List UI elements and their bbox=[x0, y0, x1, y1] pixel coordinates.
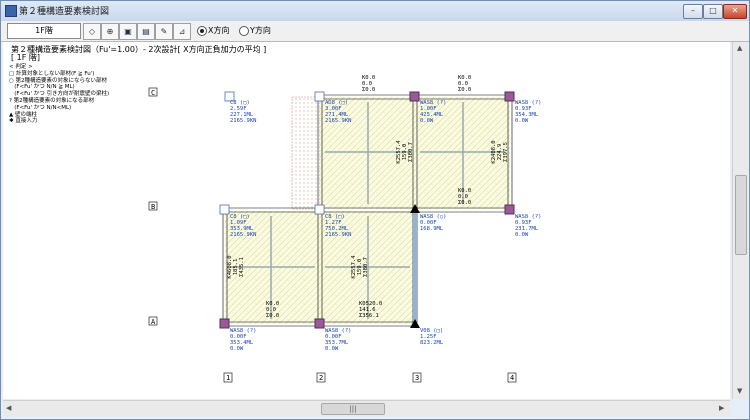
svg-text:Σ356.1: Σ356.1 bbox=[359, 313, 379, 319]
svg-text:2165.9KN: 2165.9KN bbox=[325, 118, 352, 124]
column-c2-label: AD8 (□)3.00F271.4ML2165.9KN bbox=[325, 100, 352, 124]
close-button[interactable]: ✕ bbox=[723, 4, 747, 19]
shear-wall bbox=[413, 211, 417, 324]
grid-col-markers: 1 2 3 4 bbox=[223, 372, 517, 383]
svg-text:2165.9KN: 2165.9KN bbox=[230, 118, 257, 124]
radio-y-label: Y方向 bbox=[250, 26, 271, 35]
vertical-scrollbar[interactable]: ▲ ▼ bbox=[732, 42, 748, 399]
maximize-button[interactable]: □ bbox=[703, 4, 723, 19]
svg-text:3: 3 bbox=[415, 374, 419, 382]
column-a3-label: V08 (□)1.25F823.2ML bbox=[420, 328, 444, 346]
svg-text:2165.9KN: 2165.9KN bbox=[325, 232, 352, 238]
window-title: 第２種構造要素検討図 bbox=[19, 7, 110, 17]
minimize-button[interactable]: – bbox=[683, 4, 703, 19]
svg-text:0.0W: 0.0W bbox=[420, 118, 434, 124]
svg-text:Σ435.1: Σ435.1 bbox=[239, 257, 245, 277]
column-c1-label: C8 (□)2.59F227.1ML2165.9KN bbox=[230, 100, 257, 124]
svg-text:4: 4 bbox=[510, 374, 514, 382]
radio-y-direction[interactable] bbox=[239, 26, 249, 36]
column-b3-label: WAS8 (○)0.00F168.9ML bbox=[420, 214, 447, 232]
svg-text:B: B bbox=[151, 203, 155, 211]
wall-label-c34: K2408.0 224.9 Σ397.5 bbox=[491, 140, 509, 163]
svg-text:Σ380.7: Σ380.7 bbox=[363, 257, 369, 277]
grid-row-markers: C B A bbox=[148, 87, 158, 326]
svg-text:2: 2 bbox=[319, 374, 323, 382]
diamond-nav-icon[interactable]: ◇ bbox=[83, 23, 101, 40]
toolbar: 1F階 ◇ ⊕ ▣ ▤ ✎ ⊿ X方向 Y方向 bbox=[1, 21, 749, 42]
svg-text:2165.9KN: 2165.9KN bbox=[230, 232, 257, 238]
app-icon bbox=[5, 5, 17, 17]
svg-text:168.9ML: 168.9ML bbox=[420, 226, 444, 232]
svg-text:0.0W: 0.0W bbox=[230, 346, 244, 352]
svg-text:0.0W: 0.0W bbox=[515, 232, 529, 238]
top-load-1: K0.00.0Σ0.0 bbox=[362, 75, 375, 93]
vertical-scroll-thumb[interactable] bbox=[735, 175, 747, 255]
svg-text:C: C bbox=[151, 89, 155, 97]
svg-text:Σ0.0: Σ0.0 bbox=[266, 313, 279, 319]
horizontal-scroll-thumb[interactable]: ||| bbox=[321, 403, 385, 415]
top-load-2: K0.00.0Σ0.0 bbox=[458, 75, 471, 93]
svg-text:1: 1 bbox=[226, 374, 230, 382]
fit-icon[interactable]: ▣ bbox=[119, 23, 137, 40]
column-a2-label: WAS8 (?)0.00F353.7ML0.0W bbox=[325, 328, 352, 352]
scroll-right-icon[interactable]: ▶ bbox=[719, 404, 724, 412]
column-a1-label: WAS8 (?)0.00F353.4ML0.0W bbox=[230, 328, 257, 352]
app-window: 第２種構造要素検討図 – □ ✕ 1F階 ◇ ⊕ ▣ ▤ ✎ ⊿ X方向 Y方向… bbox=[0, 0, 750, 420]
svg-text:Σ397.5: Σ397.5 bbox=[503, 142, 509, 162]
radio-x-direction[interactable] bbox=[197, 26, 207, 36]
scroll-down-icon[interactable]: ▼ bbox=[737, 387, 742, 395]
svg-text:Σ0.0: Σ0.0 bbox=[458, 200, 471, 206]
column-c4-label: WAS8 (?)0.93F354.3ML0.0W bbox=[515, 100, 542, 124]
structure-plan: C B A 1 2 3 4 C8 (□)2.59F227.1ML2165.9KN… bbox=[148, 75, 542, 383]
svg-text:Σ0.0: Σ0.0 bbox=[458, 87, 471, 93]
title-bar: 第２種構造要素検討図 – □ ✕ bbox=[1, 1, 749, 22]
drawing-area[interactable]: 第２種構造要素検討図（Fu'=1.00）- 2次設計[ X方向正負加力の平均 ]… bbox=[3, 42, 730, 399]
floor-select[interactable]: 1F階 bbox=[7, 23, 81, 39]
svg-text:0.0W: 0.0W bbox=[515, 118, 529, 124]
radio-x-label: X方向 bbox=[208, 26, 230, 35]
scroll-up-icon[interactable]: ▲ bbox=[737, 44, 742, 52]
sub-beams bbox=[230, 102, 505, 319]
svg-text:Σ380.7: Σ380.7 bbox=[408, 142, 414, 162]
ruler-icon[interactable]: ⊿ bbox=[173, 23, 191, 40]
svg-text:0.0W: 0.0W bbox=[325, 346, 339, 352]
wall-label-b12: K4608.0 185.1 Σ435.1 bbox=[227, 255, 245, 278]
paint-icon[interactable]: ✎ bbox=[155, 23, 173, 40]
horizontal-scrollbar[interactable]: ◀ ||| ▶ bbox=[3, 400, 730, 416]
zoom-icon[interactable]: ⊕ bbox=[101, 23, 119, 40]
slab-opening bbox=[291, 96, 321, 210]
column-b4-label: WAS8 (?)0.93F231.7ML0.0W bbox=[515, 214, 542, 238]
print-icon[interactable]: ▤ bbox=[137, 23, 155, 40]
svg-text:Σ0.0: Σ0.0 bbox=[362, 87, 375, 93]
scroll-left-icon[interactable]: ◀ bbox=[6, 404, 11, 412]
svg-text:823.2ML: 823.2ML bbox=[420, 340, 444, 346]
